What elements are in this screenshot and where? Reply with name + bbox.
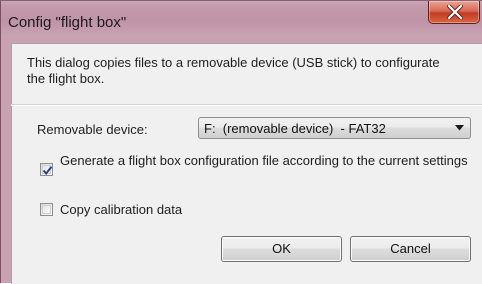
window-title: Config "flight box" — [8, 14, 127, 31]
cancel-button[interactable]: Cancel — [350, 236, 471, 262]
generate-config-checkbox[interactable] — [40, 163, 53, 176]
divider — [11, 104, 482, 106]
close-button[interactable] — [428, 1, 480, 24]
ok-button[interactable]: OK — [221, 236, 342, 262]
copy-calibration-checkbox[interactable] — [40, 203, 53, 216]
copy-calibration-label[interactable]: Copy calibration data — [60, 202, 182, 217]
generate-config-label[interactable]: Generate a flight box configuration file… — [60, 153, 470, 168]
removable-device-select[interactable]: F: (removable device) - FAT32 — [198, 117, 471, 139]
chevron-down-icon — [455, 125, 464, 131]
title-bar[interactable]: Config "flight box" — [1, 1, 482, 37]
check-icon — [42, 166, 53, 176]
removable-device-label: Removable device: — [37, 122, 148, 137]
close-icon — [447, 5, 463, 19]
info-text: This dialog copies files to a removable … — [27, 55, 440, 86]
removable-device-value: F: (removable device) - FAT32 — [204, 121, 386, 136]
